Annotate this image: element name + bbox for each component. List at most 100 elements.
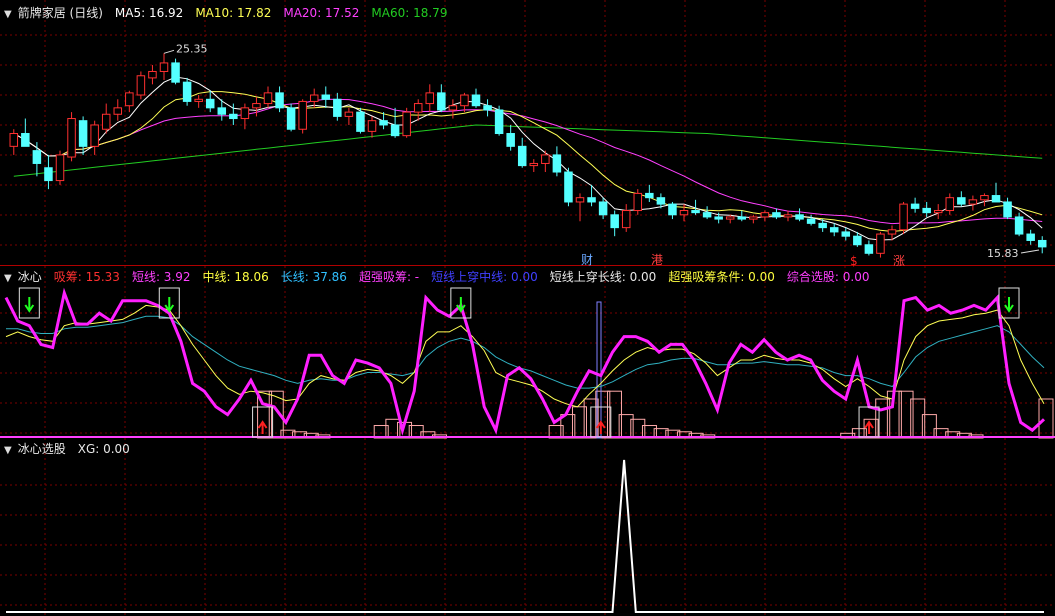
candle-body — [864, 244, 874, 254]
candle — [101, 103, 111, 134]
candle — [159, 53, 169, 81]
candle — [876, 231, 885, 258]
candle — [506, 124, 515, 151]
legend-item: 短线: 3.92 — [131, 270, 191, 284]
candle — [321, 86, 331, 108]
event-marker: 财 — [581, 253, 593, 267]
candle — [760, 210, 770, 222]
candle — [552, 146, 562, 177]
candle — [737, 210, 747, 222]
up-arrow-icon — [257, 420, 268, 434]
candle — [575, 193, 585, 222]
candle — [425, 84, 435, 113]
ma20-line — [13, 98, 1043, 225]
candle-body — [749, 216, 758, 220]
candle-body — [125, 92, 134, 107]
candle — [113, 99, 123, 121]
candle-body — [171, 62, 180, 83]
candle-body — [1014, 216, 1024, 235]
down-arrow-icon — [24, 297, 35, 313]
candle-body — [818, 222, 827, 229]
candle — [841, 227, 851, 241]
candle — [1026, 229, 1035, 245]
candle-body — [795, 214, 804, 220]
candle-body — [991, 195, 1001, 203]
candle-body — [437, 92, 446, 111]
stock-chart[interactable]: 25.35 15.83 财 港 $ 涨 — [0, 0, 1055, 616]
candle-body — [148, 70, 157, 79]
high-label: 25.35 — [176, 42, 208, 55]
candle-body — [702, 212, 712, 218]
candle-body — [90, 124, 99, 147]
candle-body — [344, 111, 354, 117]
candle — [702, 206, 712, 220]
low-label: 15.83 — [987, 247, 1019, 260]
candle — [194, 95, 203, 108]
candle-body — [67, 118, 76, 158]
down-arrow-icon — [1004, 297, 1014, 313]
candle-body — [691, 210, 700, 214]
candle-body — [957, 197, 966, 205]
candle-body — [333, 98, 342, 117]
candle — [864, 240, 874, 256]
candle-body — [968, 199, 978, 205]
candle — [910, 197, 920, 213]
candle — [32, 142, 42, 177]
event-marker: 港 — [651, 253, 663, 267]
candle — [645, 184, 654, 202]
candle — [333, 92, 342, 121]
candle-body — [356, 111, 365, 132]
candle-body — [760, 212, 770, 218]
candle — [806, 214, 816, 226]
candle-body — [725, 216, 735, 220]
candle — [413, 99, 423, 121]
candle — [610, 210, 619, 237]
low-pointer — [1020, 249, 1040, 254]
candle — [44, 154, 53, 190]
candle-body — [448, 105, 458, 111]
candle — [829, 223, 839, 237]
candle — [286, 103, 296, 132]
candle-body — [668, 203, 677, 216]
legend-item: 长线: 37.86 — [280, 270, 347, 284]
candle-body — [1026, 233, 1035, 241]
candle — [9, 129, 19, 155]
chart-grid — [0, 0, 1055, 616]
candle — [922, 201, 931, 217]
candle-body — [194, 98, 203, 102]
candle — [275, 86, 284, 113]
candle-body — [390, 124, 400, 137]
candle — [460, 92, 469, 113]
candle-body — [205, 98, 215, 109]
candle — [263, 86, 273, 108]
candle-body — [471, 94, 481, 107]
legend-item: 综合选股: 0.00 — [786, 270, 870, 284]
legend-item: 中线: 18.06 — [202, 270, 269, 284]
candle — [1014, 212, 1024, 237]
candle — [621, 204, 631, 232]
candle-body — [217, 107, 227, 115]
candle-body — [494, 109, 504, 135]
candle — [980, 193, 989, 207]
legend-item: MA5: 16.92 — [114, 6, 184, 20]
candle — [437, 84, 446, 113]
candle-body — [806, 218, 816, 224]
indicator-title: 冰心 — [17, 270, 42, 284]
candle-body — [101, 113, 111, 130]
candle-body — [656, 197, 666, 205]
candle-body — [275, 92, 284, 109]
candle-body — [933, 210, 943, 214]
high-pointer — [163, 49, 175, 54]
accumulation-bar — [1038, 398, 1054, 439]
legend-item: XG: 0.00 — [77, 442, 130, 456]
candle — [148, 65, 157, 85]
candle-body — [263, 92, 273, 105]
candle-body — [55, 154, 65, 182]
candle-body — [21, 133, 30, 147]
candle — [252, 97, 261, 117]
collapse-triangle-icon[interactable]: ▼ — [4, 444, 12, 458]
collapse-triangle-icon[interactable]: ▼ — [4, 272, 12, 286]
candle-body — [633, 192, 643, 212]
candle-body — [621, 210, 631, 229]
collapse-triangle-icon[interactable]: ▼ — [4, 8, 12, 22]
